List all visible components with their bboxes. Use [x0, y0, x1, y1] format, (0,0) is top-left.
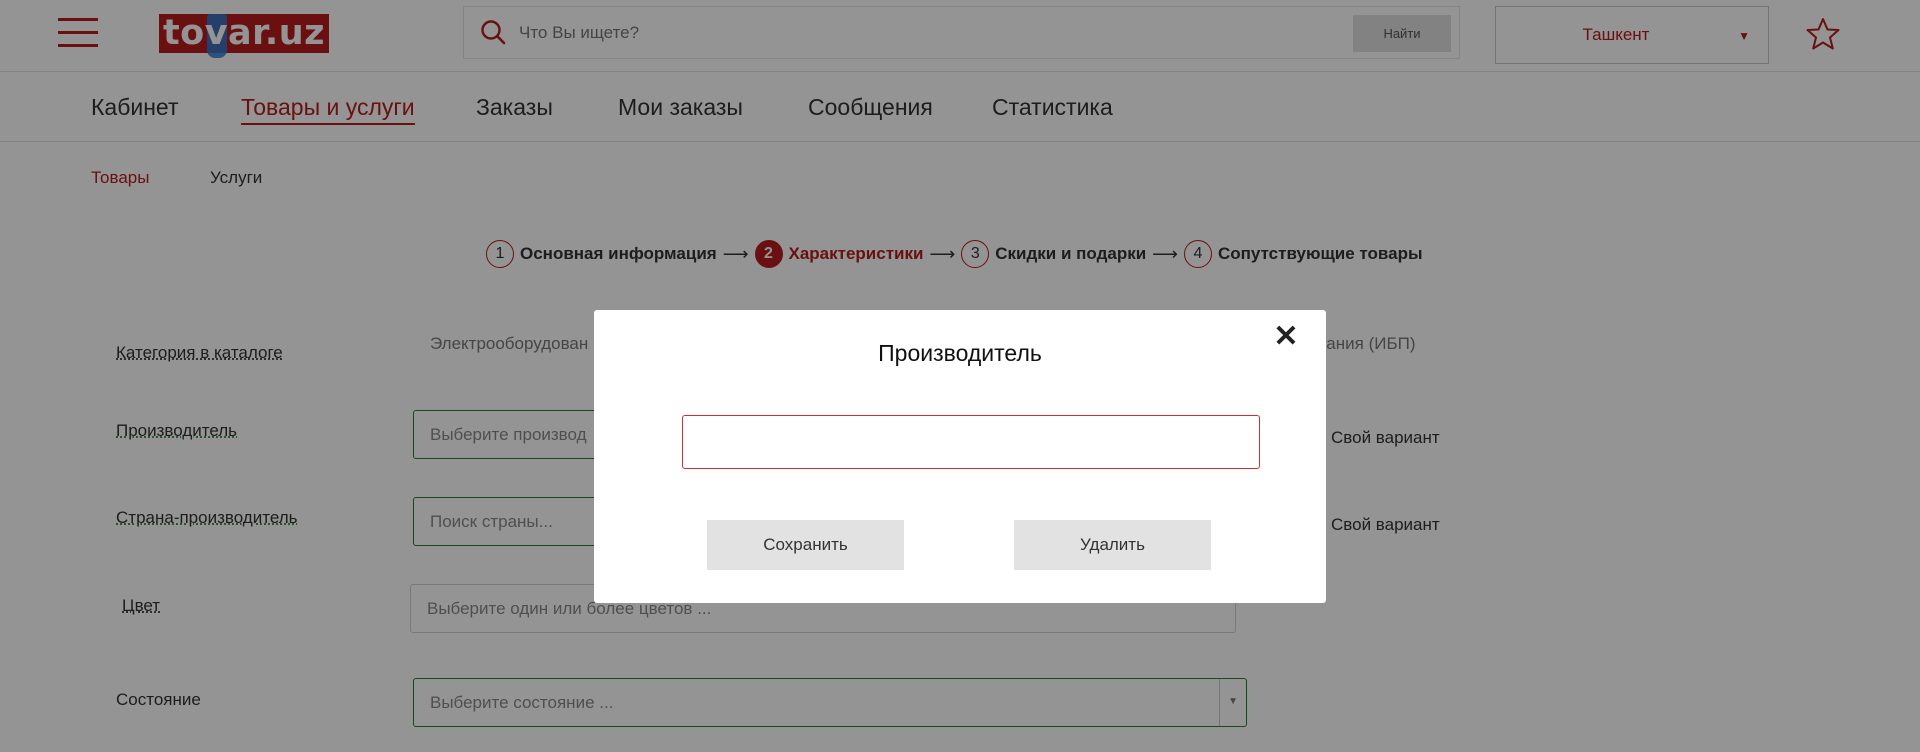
- modal-title: Производитель: [878, 340, 1042, 366]
- manufacturer-modal: Производитель ✕ Сохранить Удалить: [594, 310, 1326, 603]
- save-button[interactable]: Сохранить: [707, 520, 904, 570]
- close-icon[interactable]: ✕: [1272, 322, 1300, 352]
- delete-button[interactable]: Удалить: [1014, 520, 1211, 570]
- manufacturer-input[interactable]: [682, 415, 1260, 469]
